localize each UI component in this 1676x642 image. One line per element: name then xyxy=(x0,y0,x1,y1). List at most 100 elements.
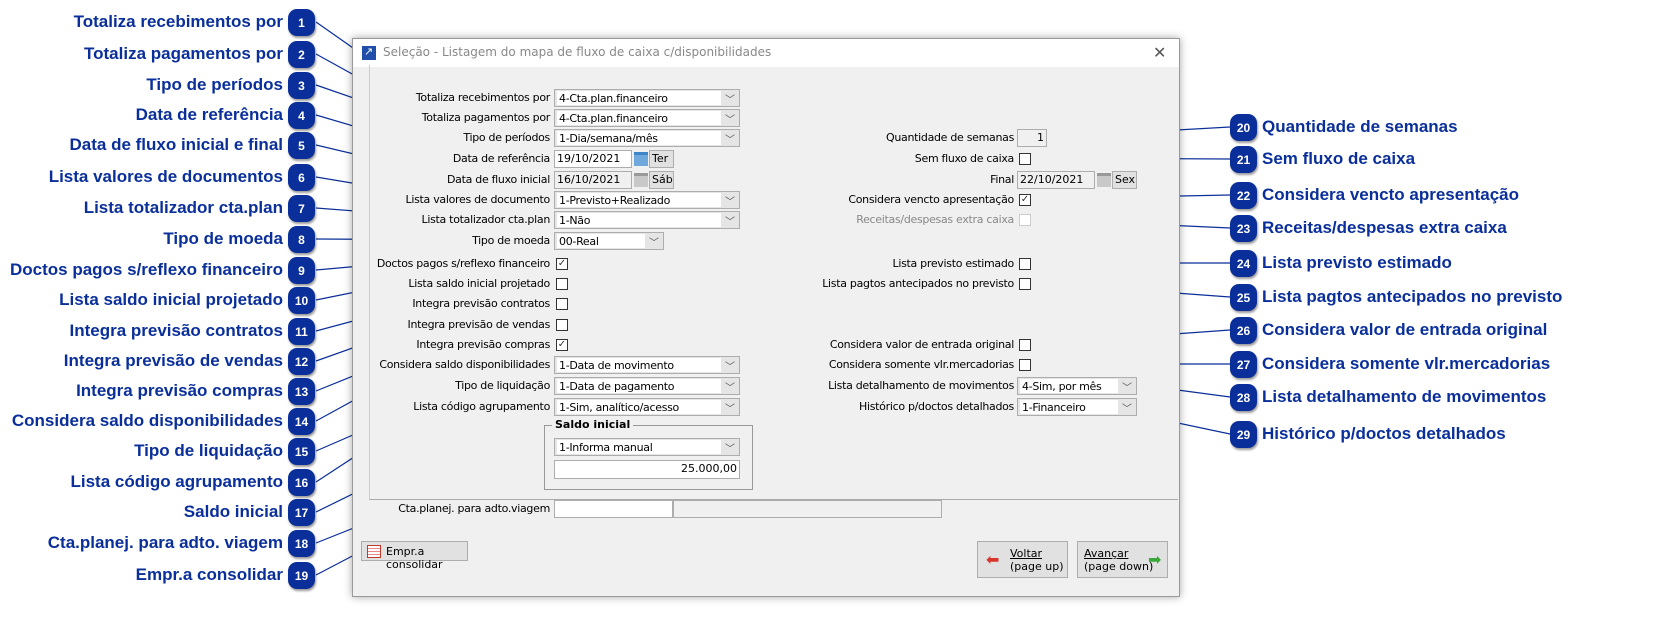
callout-label-27: Considera somente vlr.mercadorias xyxy=(1262,354,1551,373)
considera-somente-vlr-mercadorias-checkbox[interactable] xyxy=(1019,359,1031,371)
calendar-icon[interactable] xyxy=(634,152,648,166)
chevron-down-icon: ﹀ xyxy=(725,95,735,106)
integra-previsao-compras-checkbox[interactable]: ✓ xyxy=(556,339,568,351)
doctos-pagos-s-reflexo-financeiro-checkbox[interactable]: ✓ xyxy=(556,258,568,270)
callout-label-7: Lista totalizador cta.plan xyxy=(83,198,283,217)
lista-detalhamento-de-movimentos-select[interactable]: 4-Sim, por mês ﹀ xyxy=(1017,377,1137,395)
sem-fluxo-de-caixa-checkbox[interactable] xyxy=(1019,153,1031,165)
considera-vencto-apresentacao-checkbox[interactable]: ✓ xyxy=(1019,194,1031,206)
callout-label-8: Tipo de moeda xyxy=(163,229,283,248)
callout-badge-28: 28 xyxy=(1230,384,1257,411)
tipo-de-moeda-label: Tipo de moeda xyxy=(472,234,550,247)
chevron-down-icon: ﹀ xyxy=(725,217,735,228)
considera-valor-de-entrada-original-checkbox[interactable] xyxy=(1019,339,1031,351)
sem-fluxo-de-caixa-label: Sem fluxo de caixa xyxy=(914,152,1015,165)
lista-totalizador-cta-plan-label: Lista totalizador cta.plan xyxy=(421,213,551,226)
integra-previsao-compras-label: Integra previsão compras xyxy=(416,338,550,351)
callout-badge-11: 11 xyxy=(288,318,315,345)
table-icon xyxy=(367,545,381,558)
callout-label-26: Considera valor de entrada original xyxy=(1262,320,1548,339)
avancar-shortcut: (page down) xyxy=(1084,560,1154,573)
callout-label-13: Integra previsão compras xyxy=(76,381,283,400)
integra-previsao-contratos-checkbox[interactable] xyxy=(556,298,568,310)
final-date-input[interactable]: 22/10/2021 xyxy=(1017,171,1095,189)
callout-badge-24: 24 xyxy=(1230,250,1257,277)
dialog-title: Seleção - Listagem do mapa de fluxo de c… xyxy=(383,45,772,59)
tipo-de-liquidacao-value: 1-Data de pagamento xyxy=(557,379,721,393)
totaliza-recebimentos-por-value: 4-Cta.plan.financeiro xyxy=(557,91,721,105)
callout-label-4: Data de referência xyxy=(135,105,283,124)
lista-saldo-inicial-projetado-label: Lista saldo inicial projetado xyxy=(408,277,550,290)
voltar-shortcut: (page up) xyxy=(1010,560,1064,573)
callout-badge-1: 1 xyxy=(288,9,315,36)
data-de-referencia-label: Data de referência xyxy=(452,152,550,165)
saldo-inicial-mode-value: 1-Informa manual xyxy=(557,440,721,454)
totaliza-pagamentos-por-select[interactable]: 4-Cta.plan.financeiro ﹀ xyxy=(554,109,740,127)
lista-detalhamento-de-movimentos-value: 4-Sim, por mês xyxy=(1020,379,1118,393)
considera-somente-vlr-mercadorias-label: Considera somente vlr.mercadorias xyxy=(828,358,1014,371)
tipo-de-periodos-value: 1-Dia/semana/mês xyxy=(557,131,721,145)
lista-codigo-agrupamento-select[interactable]: 1-Sim, analítico/acesso ﹀ xyxy=(554,398,740,416)
avancar-button[interactable]: Avançar (page down) ➡ xyxy=(1077,541,1168,578)
final-label: Final xyxy=(990,173,1014,186)
cta-planej-label: Cta.planej. para adto.viagem xyxy=(398,502,550,515)
callout-badge-10: 10 xyxy=(288,287,315,314)
integra-previsao-de-vendas-checkbox[interactable] xyxy=(556,319,568,331)
cta-planej-code-input[interactable] xyxy=(554,500,673,518)
lista-pagtos-antecipados-no-previsto-checkbox[interactable] xyxy=(1019,278,1031,290)
callout-badge-16: 16 xyxy=(288,469,315,496)
considera-vencto-apresentacao-label: Considera vencto apresentação xyxy=(848,193,1014,206)
saldo-inicial-value-input[interactable]: 25.000,00 xyxy=(554,460,740,479)
callout-badge-19: 19 xyxy=(288,562,315,589)
totaliza-recebimentos-por-select[interactable]: 4-Cta.plan.financeiro ﹀ xyxy=(554,89,740,107)
tipo-de-periodos-select[interactable]: 1-Dia/semana/mês ﹀ xyxy=(554,129,740,147)
receitas-despesas-extra-caixa-checkbox[interactable] xyxy=(1019,214,1031,226)
callout-badge-7: 7 xyxy=(288,195,315,222)
calendar-icon[interactable] xyxy=(1097,173,1111,187)
calendar-icon[interactable] xyxy=(634,173,648,187)
considera-saldo-disponibilidades-select[interactable]: 1-Data de movimento ﹀ xyxy=(554,356,740,374)
callout-label-14: Considera saldo disponibilidades xyxy=(11,411,283,430)
callout-badge-9: 9 xyxy=(288,257,315,284)
callout-label-25: Lista pagtos antecipados no previsto xyxy=(1262,287,1563,306)
tipo-de-liquidacao-select[interactable]: 1-Data de pagamento ﹀ xyxy=(554,377,740,395)
receitas-despesas-extra-caixa-label: Receitas/despesas extra caixa xyxy=(856,213,1014,226)
callout-label-21: Sem fluxo de caixa xyxy=(1262,149,1416,168)
tipo-de-periodos-label: Tipo de períodos xyxy=(463,131,550,144)
lista-previsto-estimado-checkbox[interactable] xyxy=(1019,258,1031,270)
tipo-de-moeda-select[interactable]: 00-Real ﹀ xyxy=(554,232,664,250)
saldo-inicial-title: Saldo inicial xyxy=(552,418,634,431)
dialog-window: ↗ Seleção - Listagem do mapa de fluxo de… xyxy=(352,38,1180,597)
chevron-down-icon: ﹀ xyxy=(1122,404,1132,415)
callout-label-18: Cta.planej. para adto. viagem xyxy=(47,533,283,552)
data-de-referencia-date-input[interactable]: 19/10/2021 xyxy=(554,150,632,168)
voltar-button[interactable]: ⬅ Voltar (page up) xyxy=(977,541,1068,578)
callout-badge-20: 20 xyxy=(1230,114,1257,141)
callout-label-12: Integra previsão de vendas xyxy=(63,351,283,370)
close-icon[interactable]: ✕ xyxy=(1153,43,1166,63)
data-de-fluxo-inicial-date-input[interactable]: 16/10/2021 xyxy=(554,171,632,189)
chevron-down-icon: ﹀ xyxy=(725,444,735,455)
lista-valores-de-documento-select[interactable]: 1-Previsto+Realizado ﹀ xyxy=(554,191,740,209)
tipo-de-liquidacao-label: Tipo de liquidação xyxy=(455,379,550,392)
callout-label-3: Tipo de períodos xyxy=(146,75,283,94)
arrow-right-icon: ➡ xyxy=(1148,550,1162,569)
empr-consolidar-button[interactable]: Empr.a consolidar xyxy=(361,541,468,571)
callout-label-28: Lista detalhamento de movimentos xyxy=(1262,387,1547,406)
callout-badge-3: 3 xyxy=(288,72,315,99)
lista-pagtos-antecipados-no-previsto-label: Lista pagtos antecipados no previsto xyxy=(822,277,1014,290)
saldo-inicial-mode-select[interactable]: 1-Informa manual ﹀ xyxy=(554,438,740,456)
callout-label-6: Lista valores de documentos xyxy=(48,167,283,186)
historico-p-doctos-detalhados-select[interactable]: 1-Financeiro ﹀ xyxy=(1017,398,1137,416)
final-weekday: Sex xyxy=(1112,171,1137,189)
chevron-down-icon: ﹀ xyxy=(1122,383,1132,394)
quantidade-de-semanas-input[interactable]: 1 xyxy=(1017,129,1047,147)
lista-saldo-inicial-projetado-checkbox[interactable] xyxy=(556,278,568,290)
lista-totalizador-cta-plan-select[interactable]: 1-Não ﹀ xyxy=(554,211,740,229)
doctos-pagos-s-reflexo-financeiro-label: Doctos pagos s/reflexo financeiro xyxy=(376,257,550,270)
callout-badge-4: 4 xyxy=(288,102,315,129)
callout-label-11: Integra previsão contratos xyxy=(69,321,283,340)
callout-badge-6: 6 xyxy=(288,164,315,191)
cta-planej-description xyxy=(673,500,942,518)
considera-saldo-disponibilidades-value: 1-Data de movimento xyxy=(557,358,721,372)
